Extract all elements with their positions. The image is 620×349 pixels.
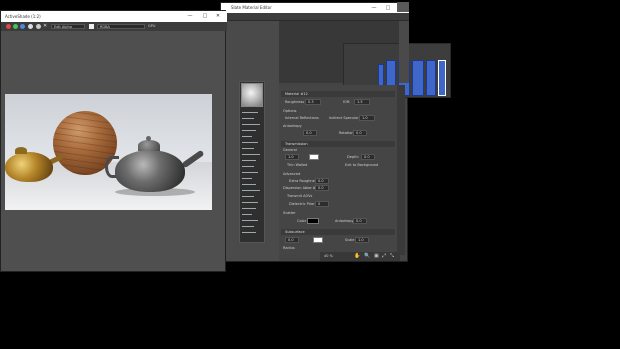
gold-teapot-lid xyxy=(15,147,27,154)
node-block[interactable] xyxy=(426,60,436,96)
material-rollout-header[interactable]: Material #12 xyxy=(281,91,395,97)
scatter-color-label: Color xyxy=(297,219,307,223)
subsurface-rollout-header[interactable]: Subsurface xyxy=(281,229,395,235)
material-preview-swatch[interactable] xyxy=(241,83,263,107)
background-swatch[interactable] xyxy=(89,24,94,29)
red-channel-button[interactable] xyxy=(6,24,11,29)
outer-window-controls[interactable] xyxy=(397,2,409,12)
channel-dropdown[interactable]: RGBA xyxy=(97,24,145,29)
roughness-label: Roughness xyxy=(285,100,305,104)
node-block[interactable] xyxy=(378,64,384,86)
dispersion-spinner[interactable]: 0.0 xyxy=(315,185,329,191)
parameter-scrollbar[interactable] xyxy=(397,85,405,255)
radius-label: Radius xyxy=(283,246,295,250)
node-block-selected[interactable] xyxy=(438,60,446,96)
steel-teapot xyxy=(115,150,185,192)
rendered-viewport[interactable] xyxy=(5,94,212,210)
rotation-spinner[interactable]: 0.0 xyxy=(353,130,367,136)
activeshade-toolbar: ✕ Edit Alpha RGBA GPU xyxy=(1,22,227,31)
blue-channel-button[interactable] xyxy=(20,24,25,29)
subsurface-weight-spinner[interactable]: 0.0 xyxy=(285,237,299,243)
scatter-anisotropy-label: Anisotropy xyxy=(335,219,354,223)
anisotropy-spinner[interactable]: 0.0 xyxy=(303,130,317,136)
options-label: Options xyxy=(283,109,297,113)
exit-to-background-checkbox[interactable]: Exit to Background xyxy=(345,163,378,167)
pan-icon[interactable]: ✋ xyxy=(354,253,360,259)
material-editor-window: Slate Material Editor — □ ✕ xyxy=(220,2,451,262)
activeshade-title: ActiveShade (1:2) xyxy=(5,14,41,19)
menu-bar[interactable] xyxy=(221,13,409,21)
anisotropy-label: Anisotropy xyxy=(283,124,302,128)
scale-label: Scale xyxy=(345,238,355,242)
frame-icon[interactable]: ▣ xyxy=(374,253,379,259)
transmission-color-swatch[interactable] xyxy=(309,154,319,160)
parameter-editor: Material #12 Roughness 0.3 IOR: 1.5 Opti… xyxy=(279,85,397,255)
internal-reflections-checkbox[interactable]: Internal Reflections xyxy=(285,116,319,120)
indirect-specular-label: Indirect Specular: xyxy=(329,116,360,120)
scatter-label: Scatter xyxy=(283,211,296,215)
material-editor-title: Slate Material Editor xyxy=(231,5,272,10)
device-label: GPU xyxy=(148,24,156,28)
zoom-readout[interactable]: 40 % xyxy=(324,254,333,258)
activeshade-titlebar[interactable]: ActiveShade (1:2) — □ ✕ xyxy=(1,11,227,22)
depth-spinner[interactable]: 0.0 xyxy=(361,154,375,160)
material-browser-panel xyxy=(221,21,279,261)
close-button[interactable]: ✕ xyxy=(211,11,225,22)
area-to-render-dropdown[interactable]: Edit Alpha xyxy=(51,24,85,29)
alpha-channel-button[interactable] xyxy=(28,24,33,29)
green-channel-button[interactable] xyxy=(13,24,18,29)
ior-label: IOR: xyxy=(343,100,351,104)
clear-icon[interactable]: ✕ xyxy=(43,23,47,29)
node-editor-area xyxy=(279,21,451,98)
scatter-anisotropy-spinner[interactable]: 0.0 xyxy=(353,218,367,224)
material-editor-titlebar[interactable]: Slate Material Editor — □ ✕ xyxy=(221,3,409,13)
extra-roughness-spinner[interactable]: 0.0 xyxy=(315,178,329,184)
dielectric-priority-spinner[interactable]: 0 xyxy=(315,201,329,207)
steel-teapot-lid xyxy=(138,140,160,151)
zoom-icon[interactable]: 🔍 xyxy=(364,253,370,259)
roughness-spinner[interactable]: 0.3 xyxy=(305,99,321,105)
scale-spinner[interactable]: 1.0 xyxy=(355,237,369,243)
thin-walled-checkbox[interactable]: Thin Walled xyxy=(287,163,307,167)
ior-spinner[interactable]: 1.5 xyxy=(354,99,370,105)
navigator-column xyxy=(399,21,409,83)
activeshade-window: ActiveShade (1:2) — □ ✕ ✕ Edit Alpha RGB… xyxy=(0,10,227,272)
minimize-button[interactable]: — xyxy=(183,11,197,22)
transmission-weight-spinner[interactable]: 1.0 xyxy=(285,154,299,160)
general-label: General xyxy=(283,148,297,152)
minimize-button[interactable]: — xyxy=(367,3,381,13)
maximize-button[interactable]: □ xyxy=(381,3,395,13)
transmission-rollout-header[interactable]: Transmission xyxy=(281,141,395,147)
node-block[interactable] xyxy=(412,60,424,96)
depth-label: Depth: xyxy=(347,155,359,159)
maximize-button[interactable]: □ xyxy=(198,11,212,22)
dispersion-label: Dispersion Abbe # xyxy=(283,186,316,190)
advanced-label: Advanced xyxy=(283,172,301,176)
steel-teapot-knob xyxy=(146,136,151,141)
indirect-specular-spinner[interactable]: 1.0 xyxy=(359,115,375,121)
subsurface-color-swatch[interactable] xyxy=(313,237,323,243)
transmit-aovs-checkbox[interactable]: Transmit AOVs xyxy=(287,194,312,198)
gold-teapot xyxy=(5,152,53,182)
navigation-toolbar: 40 % ✋ 🔍 ▣ ⤢ ⤡ xyxy=(320,252,400,261)
expand-icon[interactable]: ⤡ xyxy=(390,253,394,259)
scatter-color-swatch[interactable] xyxy=(307,218,319,224)
fit-icon[interactable]: ⤢ xyxy=(382,253,386,259)
mono-button[interactable] xyxy=(36,24,41,29)
